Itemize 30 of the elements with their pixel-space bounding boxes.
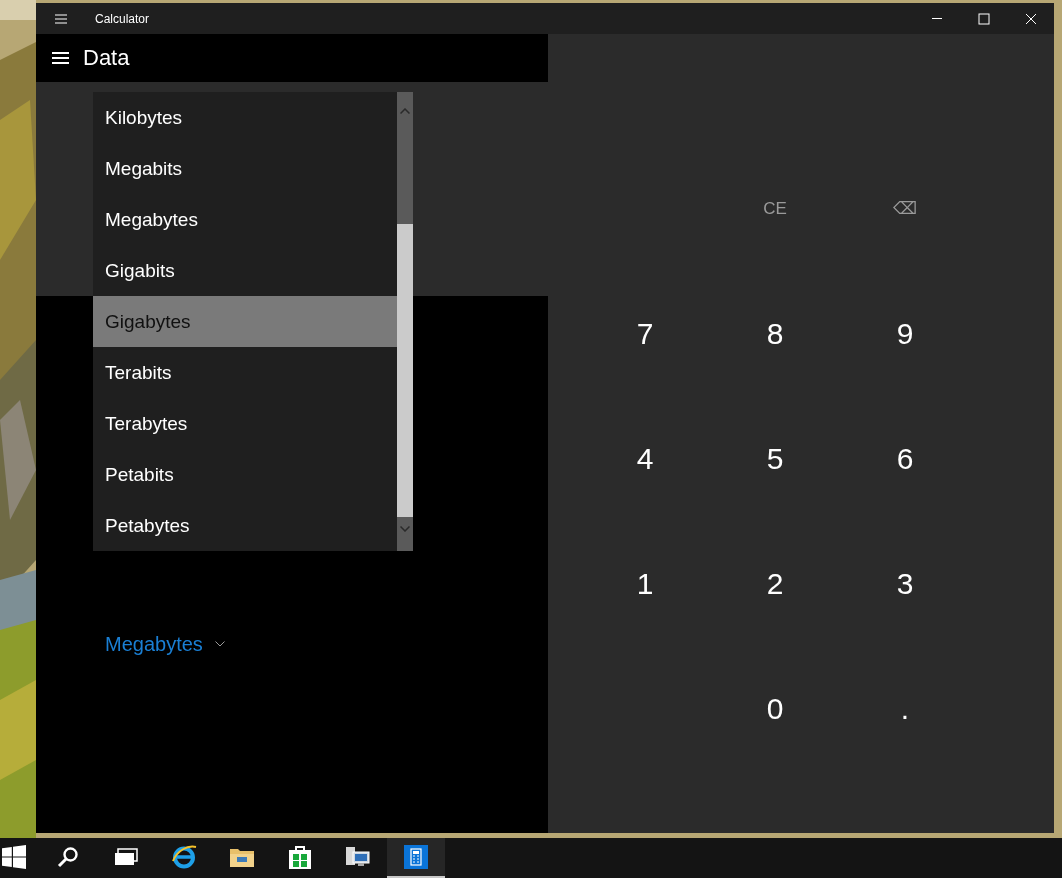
keypad-key[interactable]: 3 bbox=[840, 521, 970, 646]
chevron-down-icon bbox=[214, 641, 225, 647]
close-icon bbox=[1024, 12, 1037, 25]
unit-selector[interactable]: Megabytes bbox=[105, 632, 225, 656]
taskbar-button[interactable] bbox=[387, 838, 445, 878]
folder-icon bbox=[229, 846, 255, 868]
keypad-key[interactable]: . bbox=[840, 646, 970, 771]
keypad-key[interactable]: 5 bbox=[710, 396, 840, 521]
keypad-key[interactable]: 6 bbox=[840, 396, 970, 521]
menu-icon[interactable] bbox=[52, 51, 69, 65]
window-title: Calculator bbox=[95, 11, 150, 26]
minimize-icon bbox=[931, 18, 942, 19]
mode-title: Data bbox=[83, 45, 130, 71]
keypad-key[interactable]: 7 bbox=[580, 271, 710, 396]
keypad-key[interactable]: 2 bbox=[710, 521, 840, 646]
maximize-icon bbox=[977, 12, 990, 25]
keypad-key[interactable]: 4 bbox=[580, 396, 710, 521]
dropdown-item[interactable]: Gigabytes bbox=[93, 296, 397, 347]
keypad-key[interactable]: ⌫ bbox=[840, 146, 970, 271]
search-icon bbox=[57, 846, 79, 868]
calculator-icon bbox=[404, 845, 428, 869]
task-view-icon bbox=[114, 848, 138, 866]
keypad-key[interactable]: CE bbox=[710, 146, 840, 271]
shopping-bag-icon bbox=[288, 844, 312, 870]
browser-icon bbox=[171, 845, 197, 869]
keypad-key[interactable]: 8 bbox=[710, 271, 840, 396]
keypad-key[interactable]: 1 bbox=[580, 521, 710, 646]
computer-icon bbox=[345, 845, 371, 869]
keypad-key[interactable]: 9 bbox=[840, 271, 970, 396]
keypad-key[interactable]: 0 bbox=[710, 646, 840, 771]
